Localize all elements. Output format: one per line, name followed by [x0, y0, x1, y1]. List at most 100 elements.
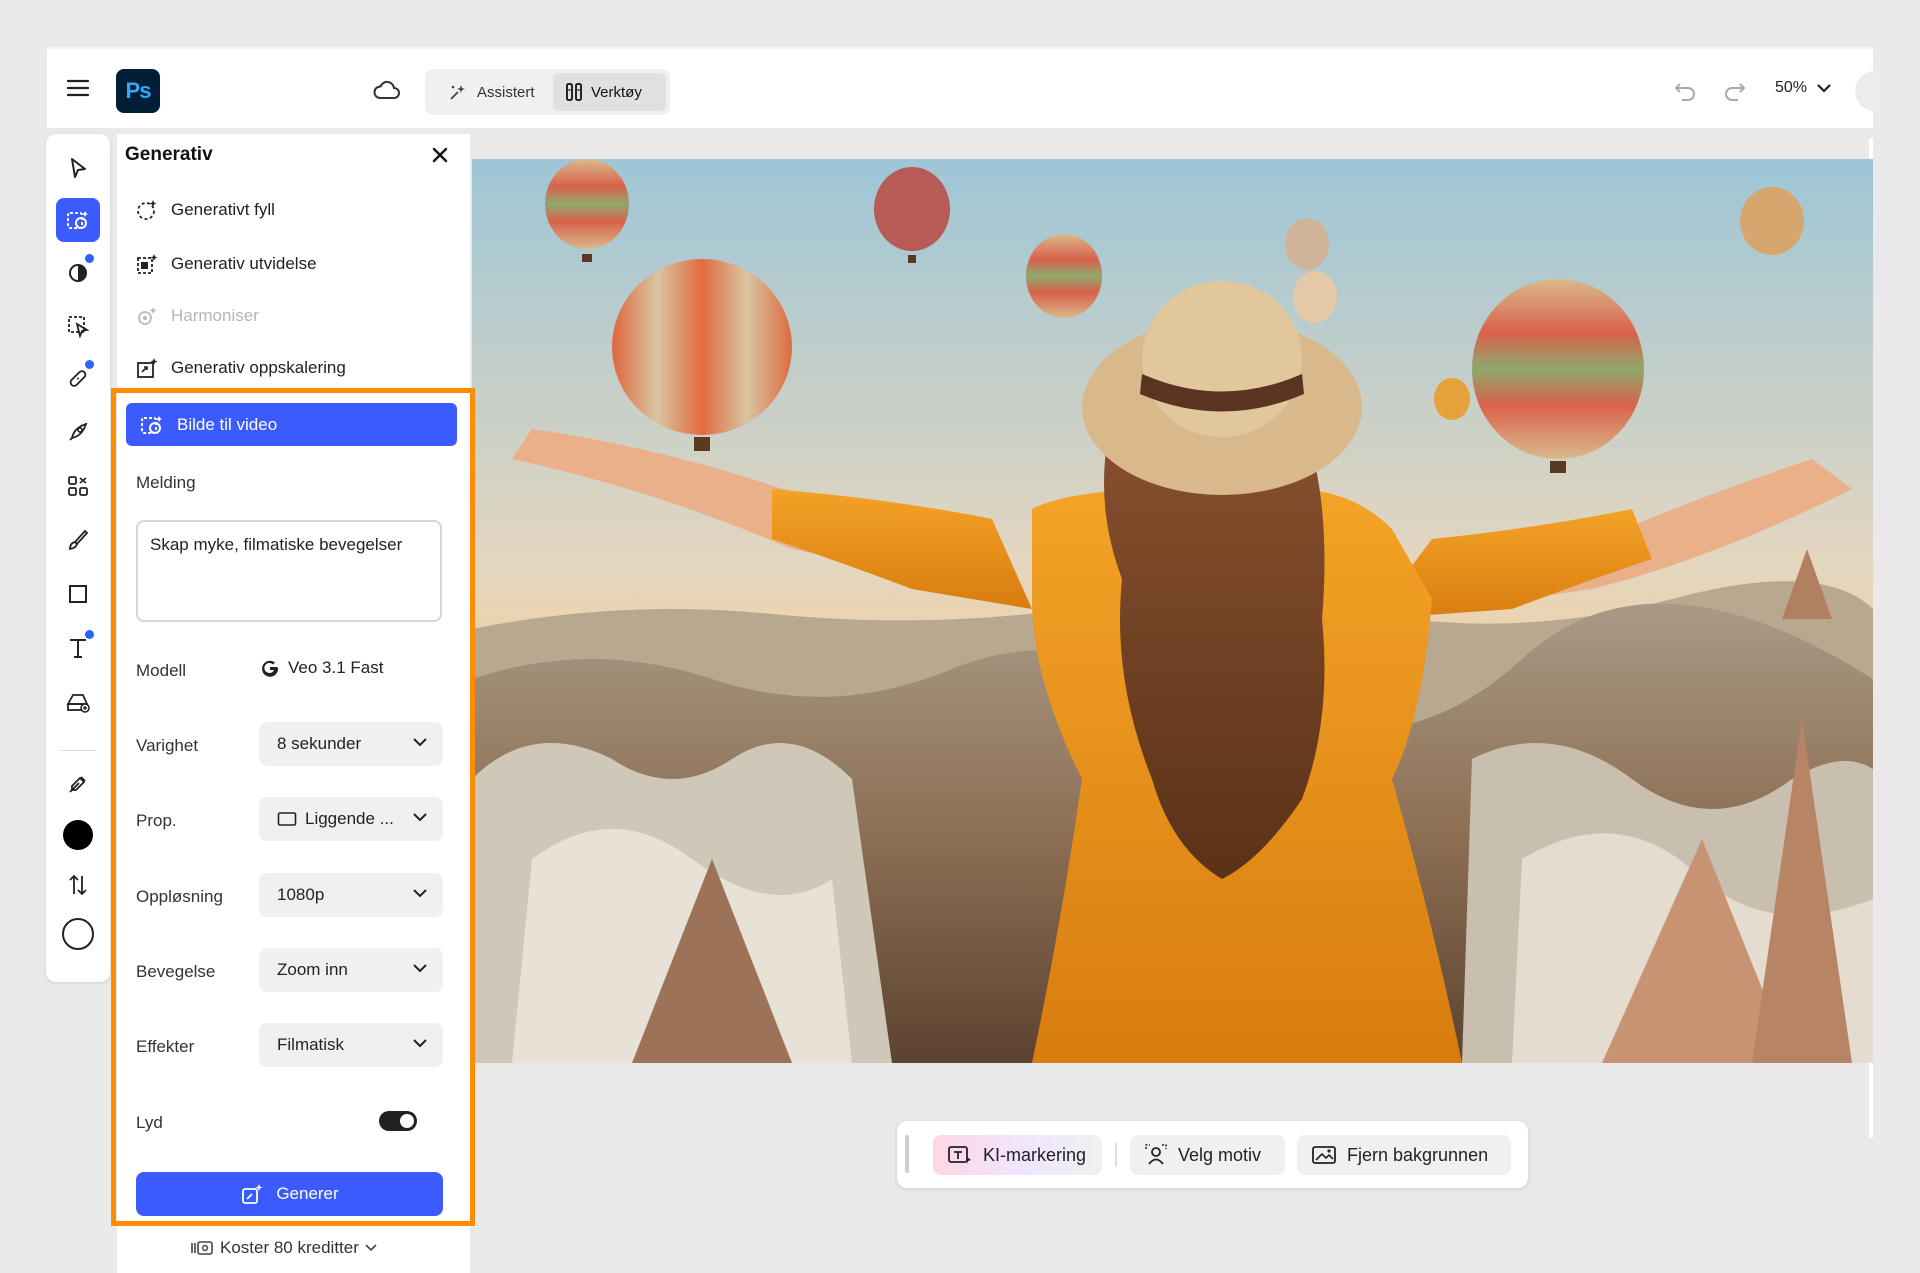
- app-logo[interactable]: Ps: [116, 69, 160, 113]
- hamburger-menu-icon[interactable]: [65, 77, 91, 99]
- background-color-swatch[interactable]: [56, 912, 100, 956]
- generative-image-icon: [65, 208, 91, 232]
- sound-label: Lyd: [136, 1113, 163, 1132]
- resolution-dropdown[interactable]: 1080p: [259, 873, 443, 917]
- mode-tools-button[interactable]: Verktøy: [553, 73, 666, 111]
- pointer-icon: [67, 156, 89, 180]
- type-tool[interactable]: [56, 626, 100, 670]
- generative-tool[interactable]: [56, 198, 100, 242]
- generative-upscale-icon: [135, 356, 159, 380]
- prompt-textarea[interactable]: Skap myke, filmatiske bevegelser: [136, 520, 442, 622]
- redo-icon[interactable]: [1722, 79, 1748, 101]
- ai-select-label: KI-markering: [983, 1144, 1087, 1165]
- select-subject-button[interactable]: Velg motiv: [1130, 1135, 1285, 1175]
- chevron-down-icon: [413, 888, 427, 898]
- remove-background-button[interactable]: Fjern bakgrunnen: [1297, 1135, 1511, 1175]
- sound-toggle[interactable]: [379, 1111, 417, 1131]
- remove-background-icon: [1311, 1144, 1337, 1166]
- healing-tool[interactable]: [56, 356, 100, 400]
- image-to-video-icon: [139, 413, 165, 437]
- cloud-icon[interactable]: [372, 78, 402, 102]
- new-badge: [85, 254, 94, 263]
- taskbar-divider: [1115, 1143, 1117, 1167]
- add-image-tool[interactable]: [56, 680, 100, 724]
- eyedropper-icon: [66, 772, 90, 796]
- rocket-icon: [66, 420, 90, 444]
- chevron-down-icon: [365, 1244, 377, 1252]
- image-to-video-label: Bilde til video: [177, 414, 278, 434]
- model-label: Modell: [136, 661, 187, 680]
- text-icon: [66, 635, 90, 661]
- generative-upscale-item[interactable]: Generativ oppskalering: [135, 348, 346, 388]
- adjustments-icon: [66, 260, 90, 284]
- generative-upscale-label: Generativ oppskalering: [171, 358, 346, 377]
- undo-icon[interactable]: [1672, 79, 1698, 101]
- brush-icon: [66, 528, 90, 552]
- generative-expand-icon: [135, 252, 159, 276]
- swap-colors-button[interactable]: [56, 863, 100, 907]
- generative-fill-icon: [135, 198, 159, 222]
- qr-tool[interactable]: [56, 464, 100, 508]
- resolution-label: Oppløsning: [136, 887, 223, 906]
- person-select-icon: [1144, 1143, 1168, 1167]
- canvas-image[interactable]: [472, 159, 1873, 1063]
- chevron-down-icon: [413, 1038, 427, 1048]
- chevron-down-icon: [1817, 83, 1831, 93]
- landscape-icon: [277, 811, 297, 827]
- avatar[interactable]: [1855, 71, 1881, 111]
- generative-fill-item[interactable]: Generativt fyll: [135, 190, 275, 230]
- effects-label: Effekter: [136, 1037, 195, 1056]
- selection-icon: [66, 314, 90, 338]
- qr-code-icon: [66, 474, 90, 498]
- quick-actions-tool[interactable]: [56, 410, 100, 454]
- add-image-icon: [65, 690, 91, 714]
- zoom-dropdown[interactable]: 50%: [1775, 79, 1831, 97]
- harmonize-icon: [135, 304, 159, 328]
- aspect-label: Prop.: [136, 811, 177, 830]
- toolbox-icon: [565, 82, 583, 102]
- ai-select-icon: [947, 1143, 973, 1167]
- message-label: Melding: [136, 473, 196, 492]
- move-tool[interactable]: [56, 146, 100, 190]
- harmonize-item: Harmoniser: [135, 296, 259, 336]
- toggle-knob: [400, 1114, 414, 1128]
- google-g-icon: [260, 658, 280, 678]
- selection-tool[interactable]: [56, 304, 100, 348]
- model-selector[interactable]: Veo 3.1 Fast: [260, 658, 383, 678]
- chevron-down-icon: [413, 812, 427, 822]
- close-icon[interactable]: [429, 144, 451, 166]
- aspect-dropdown[interactable]: Liggende ...: [259, 797, 443, 841]
- image-to-video-item[interactable]: Bilde til video: [126, 403, 457, 446]
- drag-handle[interactable]: [905, 1135, 909, 1173]
- brush-tool[interactable]: [56, 518, 100, 562]
- top-bar: Ps Assistert Verktøy 50%: [47, 47, 1881, 128]
- eyedropper-tool[interactable]: [56, 762, 100, 806]
- adjust-tool[interactable]: [56, 250, 100, 294]
- generate-label: Generer: [276, 1184, 339, 1203]
- chevron-down-icon: [413, 963, 427, 973]
- sparkle-wand-icon: [449, 83, 469, 101]
- motion-dropdown[interactable]: Zoom inn: [259, 948, 443, 992]
- select-subject-label: Velg motiv: [1178, 1144, 1262, 1165]
- mode-tools-label: Verktøy: [591, 83, 642, 101]
- ai-select-button[interactable]: KI-markering: [933, 1135, 1102, 1175]
- generative-expand-label: Generativ utvidelse: [171, 254, 317, 273]
- shape-tool[interactable]: [56, 572, 100, 616]
- foreground-color-swatch[interactable]: [56, 813, 100, 857]
- generative-expand-item[interactable]: Generativ utvidelse: [135, 244, 317, 284]
- new-badge: [85, 630, 94, 639]
- left-toolbar: [46, 134, 110, 982]
- remove-background-label: Fjern bakgrunnen: [1347, 1144, 1489, 1165]
- duration-value: 8 sekunder: [277, 734, 362, 753]
- mode-assisted-button[interactable]: Assistert: [437, 73, 549, 111]
- motion-value: Zoom inn: [277, 960, 348, 979]
- duration-dropdown[interactable]: 8 sekunder: [259, 722, 443, 766]
- generative-fill-label: Generativt fyll: [171, 200, 275, 219]
- chevron-down-icon: [413, 737, 427, 747]
- toolbar-divider: [60, 750, 96, 751]
- model-value: Veo 3.1 Fast: [288, 658, 384, 677]
- generate-button[interactable]: Generer: [136, 1172, 443, 1216]
- effects-dropdown[interactable]: Filmatisk: [259, 1023, 443, 1067]
- effects-value: Filmatisk: [277, 1035, 345, 1054]
- credits-cost[interactable]: Koster 80 kreditter: [190, 1238, 377, 1258]
